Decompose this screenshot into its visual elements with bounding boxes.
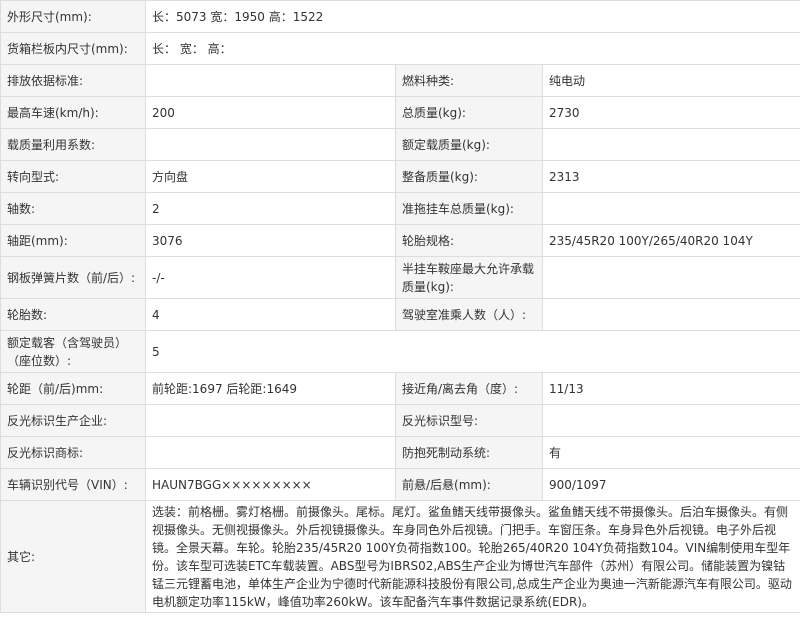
table-row: 转向型式: 方向盘 整备质量(kg): 2313 [0, 160, 800, 193]
value-steering-type: 方向盘 [145, 160, 396, 193]
label-abs: 防抱死制动系统: [395, 436, 543, 469]
table-row: 其它: 选装：前格栅。雾灯格栅。前摄像头。尾标。尾灯。鲨鱼鳍天线带摄像头。鲨鱼鳍… [0, 500, 800, 613]
table-row: 反光标识生产企业: 反光标识型号: [0, 404, 800, 437]
table-row: 车辆识别代号（VIN）: HAUN7BGG××××××××× 前悬/后悬(mm)… [0, 468, 800, 501]
label-leaf-springs: 钢板弹簧片数（前/后）: [0, 256, 146, 299]
label-tire-spec: 轮胎规格: [395, 224, 543, 257]
label-trailer-mass: 准拖挂车总质量(kg): [395, 192, 543, 225]
table-row: 反光标识商标: 防抱死制动系统: 有 [0, 436, 800, 469]
value-trailer-mass [541, 192, 800, 225]
label-tire-count: 轮胎数: [0, 298, 146, 331]
value-abs: 有 [541, 436, 800, 469]
label-total-mass: 总质量(kg): [395, 96, 543, 129]
value-reflector-model [541, 404, 800, 437]
value-axle-count: 2 [145, 192, 396, 225]
table-row: 钢板弹簧片数（前/后）: -/- 半挂车鞍座最大允许承载质量(kg): [0, 256, 800, 299]
value-max-speed: 200 [145, 96, 396, 129]
value-cab-capacity [541, 298, 800, 331]
table-row: 货箱栏板内尺寸(mm): 长： 宽： 高： [0, 32, 800, 65]
value-vin: HAUN7BGG××××××××× [145, 468, 396, 501]
value-leaf-springs: -/- [145, 256, 396, 299]
label-curb-mass: 整备质量(kg): [395, 160, 543, 193]
table-row: 排放依据标准: 燃料种类: 纯电动 [0, 64, 800, 97]
value-reflector-brand [145, 436, 396, 469]
label-load-utilization: 载质量利用系数: [0, 128, 146, 161]
value-tire-count: 4 [145, 298, 396, 331]
label-seating-capacity: 额定载客（含驾驶员）（座位数）: [0, 330, 146, 373]
value-rated-load [541, 128, 800, 161]
label-saddle-load: 半挂车鞍座最大允许承载质量(kg): [395, 256, 543, 299]
table-row: 外形尺寸(mm): 长：5073 宽：1950 高：1522 [0, 0, 800, 33]
label-rated-load: 额定载质量(kg): [395, 128, 543, 161]
value-saddle-load [541, 256, 800, 299]
label-fuel-type: 燃料种类: [395, 64, 543, 97]
label-max-speed: 最高车速(km/h): [0, 96, 146, 129]
label-reflector-model: 反光标识型号: [395, 404, 543, 437]
label-approach-departure-angle: 接近角/离去角（度）: [395, 372, 543, 405]
value-reflector-maker [145, 404, 396, 437]
value-track-width: 前轮距:1697 后轮距:1649 [145, 372, 396, 405]
label-cab-capacity: 驾驶室准乘人数（人）: [395, 298, 543, 331]
label-track-width: 轮距（前/后)mm: [0, 372, 146, 405]
label-axle-count: 轴数: [0, 192, 146, 225]
value-approach-departure-angle: 11/13 [541, 372, 800, 405]
value-tire-spec: 235/45R20 100Y/265/40R20 104Y [541, 224, 800, 257]
table-row: 轮胎数: 4 驾驶室准乘人数（人）: [0, 298, 800, 331]
value-emission-standard [145, 64, 396, 97]
value-load-utilization [145, 128, 396, 161]
value-overhang: 900/1097 [541, 468, 800, 501]
table-row: 轮距（前/后)mm: 前轮距:1697 后轮距:1649 接近角/离去角（度）:… [0, 372, 800, 405]
label-wheelbase: 轴距(mm): [0, 224, 146, 257]
table-row: 最高车速(km/h): 200 总质量(kg): 2730 [0, 96, 800, 129]
table-row: 载质量利用系数: 额定载质量(kg): [0, 128, 800, 161]
label-steering-type: 转向型式: [0, 160, 146, 193]
table-row: 额定载客（含驾驶员）（座位数）: 5 [0, 330, 800, 373]
label-overhang: 前悬/后悬(mm): [395, 468, 543, 501]
label-emission-standard: 排放依据标准: [0, 64, 146, 97]
value-wheelbase: 3076 [145, 224, 396, 257]
value-other-notes: 选装：前格栅。雾灯格栅。前摄像头。尾标。尾灯。鲨鱼鳍天线带摄像头。鲨鱼鳍天线不带… [144, 500, 800, 613]
label-other: 其它: [0, 500, 146, 613]
label-reflector-brand: 反光标识商标: [0, 436, 146, 469]
value-curb-mass: 2313 [541, 160, 800, 193]
value-seating-capacity: 5 [144, 330, 800, 373]
label-dimensions: 外形尺寸(mm): [0, 0, 146, 33]
label-vin: 车辆识别代号（VIN）: [0, 468, 146, 501]
vehicle-spec-table: 外形尺寸(mm): 长：5073 宽：1950 高：1522 货箱栏板内尺寸(m… [0, 0, 800, 613]
value-total-mass: 2730 [541, 96, 800, 129]
table-row: 轴距(mm): 3076 轮胎规格: 235/45R20 100Y/265/40… [0, 224, 800, 257]
table-row: 轴数: 2 准拖挂车总质量(kg): [0, 192, 800, 225]
label-reflector-maker: 反光标识生产企业: [0, 404, 146, 437]
label-cargo-box-dimensions: 货箱栏板内尺寸(mm): [0, 32, 146, 65]
value-dimensions: 长：5073 宽：1950 高：1522 [144, 0, 800, 33]
value-fuel-type: 纯电动 [541, 64, 800, 97]
value-cargo-box-dimensions: 长： 宽： 高： [144, 32, 800, 65]
